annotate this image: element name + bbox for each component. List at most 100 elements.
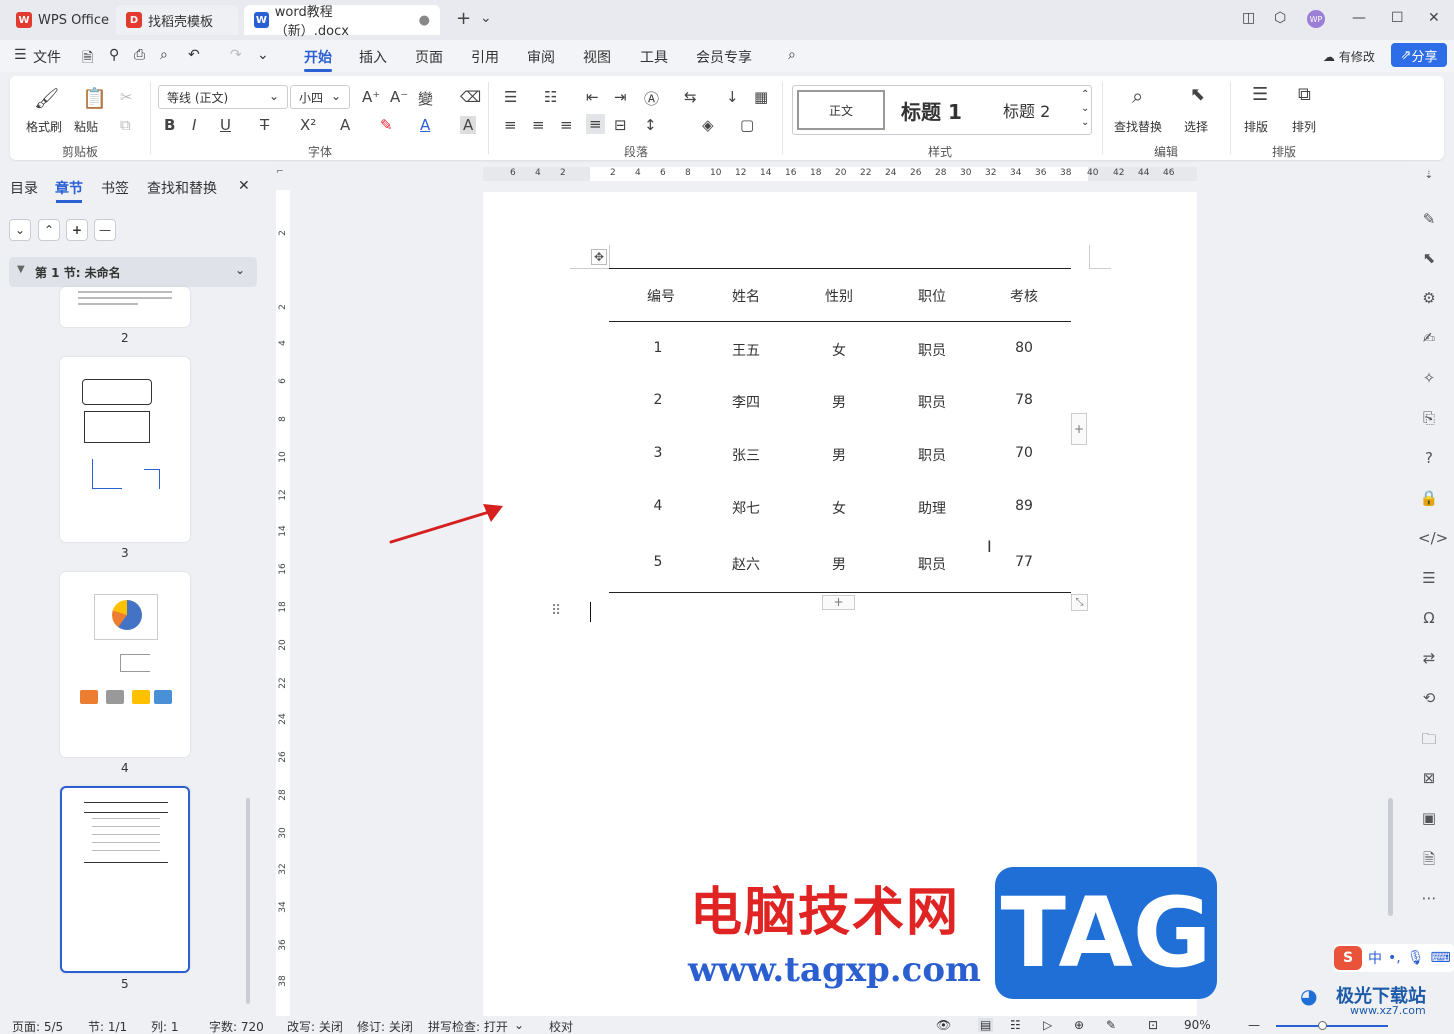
page-thumbnail-4[interactable] [60,572,190,757]
zoom-level[interactable]: 90% [1184,1018,1211,1032]
highlight-icon[interactable]: ✎ [380,116,393,134]
style-heading1[interactable]: 标题 1 [901,96,962,125]
table-cell[interactable]: 职员 [902,340,962,360]
eye-icon[interactable]: 👁 [936,1018,951,1032]
write-view-icon[interactable]: ✎ [1106,1018,1116,1032]
close-icon[interactable]: ✕ [1428,10,1440,26]
tab-toc[interactable]: 目录 [10,178,38,198]
folder-icon[interactable]: 🗀 [1418,729,1440,754]
status-track-changes[interactable]: 修订: 关闭 [357,1018,413,1034]
shrink-font-icon[interactable]: A⁻ [390,88,408,106]
book-icon[interactable]: ⎘ [1418,409,1440,427]
tab-tools[interactable]: 工具 [640,47,668,67]
page-thumbnail-2[interactable] [60,287,190,327]
page-view-icon[interactable]: ▤ [978,1018,994,1032]
table-cell[interactable]: 李四 [716,392,776,412]
font-name-select[interactable]: 等线 (正文) ⌄ [158,85,288,109]
table-cell[interactable]: 职员 [902,554,962,574]
undo-icon[interactable]: ↶ [188,47,200,63]
sort-az-icon[interactable]: ↓ [726,88,739,106]
outline-view-icon[interactable]: ☷ [1010,1018,1021,1032]
select-cursor-icon[interactable]: ⬉ [1190,84,1205,105]
ime-toolbar[interactable]: S 中 •, 🎙 ⌨ [1334,944,1454,972]
tab-member[interactable]: 会员专享 [696,47,752,67]
cursor-icon[interactable]: ⬉ [1418,249,1440,267]
align-center-icon[interactable]: ≡ [532,116,545,134]
tab-docer-templates[interactable]: D 找稻壳模板 [116,5,238,35]
table-cell[interactable]: 职员 [902,445,962,465]
save-icon[interactable]: 🗎 [82,47,93,71]
redo-icon[interactable]: ↷ [230,47,242,63]
arrange-icon[interactable]: ⧉ [1298,84,1311,105]
shading-icon[interactable]: ◈ [702,116,714,134]
symbol-icon[interactable]: Ω [1418,609,1440,627]
zoom-slider[interactable] [1276,1025,1388,1027]
page-thumbnail-3[interactable] [60,357,190,542]
add-section-icon[interactable]: + [66,219,88,241]
zoom-out-icon[interactable]: — [1248,1018,1260,1032]
status-column[interactable]: 列: 1 [151,1018,179,1034]
status-overwrite[interactable]: 改写: 关闭 [287,1018,343,1034]
paste-label[interactable]: 粘贴 [74,118,98,135]
search-icon[interactable]: ⌕ [788,47,796,63]
minimize-icon[interactable]: — [1352,10,1366,26]
outline-icon[interactable]: ☰ [1418,569,1440,587]
status-page[interactable]: 页面: 5/5 [12,1018,63,1034]
tab-review[interactable]: 审阅 [527,47,555,67]
lock-icon[interactable]: 🔒 [1418,489,1440,507]
style-normal[interactable]: 正文 [797,90,885,130]
table-cell[interactable]: 4 [628,498,688,514]
chevron-down-icon[interactable]: ⌄ [9,219,31,241]
code-icon[interactable]: </> [1418,529,1448,547]
zoom-slider-thumb[interactable] [1318,1021,1327,1030]
table-cell[interactable]: 职员 [902,392,962,412]
horizontal-ruler[interactable]: 6 4 2 2 4 6 8 10 12 14 16 18 20 22 24 26 28 30 32 34 36 38 40 4… [483,167,1197,181]
table-cell[interactable]: 77 [994,554,1054,570]
tab-sections[interactable]: 章节 [55,178,83,198]
table-cell[interactable]: 张三 [716,445,776,465]
chevron-up-icon[interactable]: ⌃ [38,219,60,241]
align-left-icon[interactable]: ≡ [504,116,517,134]
table-move-handle-icon[interactable]: ✥ [591,249,607,265]
table-cell[interactable]: 89 [994,498,1054,514]
web-view-icon[interactable]: ⊕ [1074,1018,1084,1032]
align-right-icon[interactable]: ≡ [560,116,573,134]
page-thumbnail-5[interactable] [60,786,190,973]
status-word-count[interactable]: 字数: 720 [209,1018,264,1034]
text-effect-icon[interactable]: A [340,116,350,134]
table-cell[interactable]: 郑七 [716,498,776,518]
vertical-ruler[interactable]: 2 2 4 6 8 10 12 14 16 18 20 22 24 26 28 30 32 34 36 38 [276,190,290,1016]
tab-find-replace[interactable]: 查找和替换 [147,178,217,198]
find-replace-label[interactable]: 查找替换 [1114,118,1162,135]
tab-wps-office[interactable]: W WPS Office [6,5,119,35]
find-replace-icon[interactable]: ⌕ [1132,84,1143,108]
section-menu-chevron-icon[interactable]: ⌄ [235,263,245,277]
fit-page-icon[interactable]: ⊡ [1148,1018,1158,1032]
font-size-select[interactable]: 小四 ⌄ [290,85,350,109]
avatar[interactable]: WP [1307,10,1325,28]
table-header-name[interactable]: 姓名 [716,286,776,306]
more-icon[interactable]: ⋯ [1418,889,1440,907]
table-cell[interactable]: 男 [809,445,869,465]
tab-view[interactable]: 视图 [583,47,611,67]
tab-references[interactable]: 引用 [471,47,499,67]
play-icon[interactable]: ▷ [1043,1018,1052,1032]
table-cell[interactable]: 78 [994,392,1054,408]
table-cell[interactable]: 王五 [716,340,776,360]
format-painter-icon[interactable]: 🖌 [34,86,59,110]
char-shading-icon[interactable]: A [460,116,477,134]
tab-bookmarks[interactable]: 书签 [101,178,129,198]
table-cell[interactable]: 2 [628,392,688,408]
link-icon[interactable]: ⚲ [109,47,119,63]
paragraph-drag-handle-icon[interactable]: ⠿ [551,603,561,619]
font-color-icon[interactable]: A [420,116,430,134]
table-header-id[interactable]: 编号 [631,286,691,306]
doc-image-icon[interactable]: ▣ [1418,809,1440,827]
line-spacing-icon[interactable]: ↕ [644,116,657,134]
grow-font-icon[interactable]: A⁺ [362,88,380,106]
table-cell[interactable]: 赵六 [716,554,776,574]
table-header-gender[interactable]: 性别 [809,286,869,306]
tab-list-chevron-icon[interactable]: ⌄ [480,10,492,26]
section-header[interactable]: ▼ 第 1 节: 未命名 ⌄ [9,257,257,287]
hamburger-icon[interactable]: ☰ [14,47,27,63]
